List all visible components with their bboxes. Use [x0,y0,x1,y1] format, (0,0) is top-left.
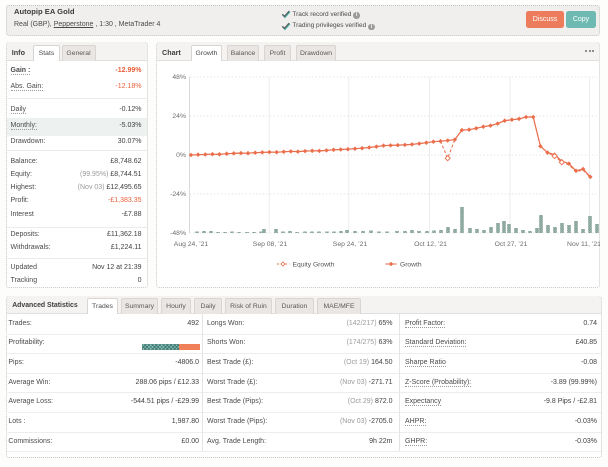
svg-text:Oct 12, ’21: Oct 12, ’21 [414,241,447,248]
svg-text:-48%: -48% [170,230,186,237]
svg-text:48%: 48% [172,74,186,81]
svg-text:Growth: Growth [400,262,422,269]
svg-text:-24%: -24% [170,191,186,198]
svg-text:0%: 0% [176,152,186,159]
svg-text:Nov 11, ’21: Nov 11, ’21 [567,241,600,248]
svg-text:Equity Growth: Equity Growth [293,262,335,269]
svg-text:Sep 24, ’21: Sep 24, ’21 [333,241,368,248]
svg-text:Aug 24, ’21: Aug 24, ’21 [174,241,209,248]
svg-text:Oct 27, ’21: Oct 27, ’21 [495,241,528,248]
svg-text:Sep 08, ’21: Sep 08, ’21 [253,241,288,248]
svg-text:24%: 24% [172,113,186,120]
